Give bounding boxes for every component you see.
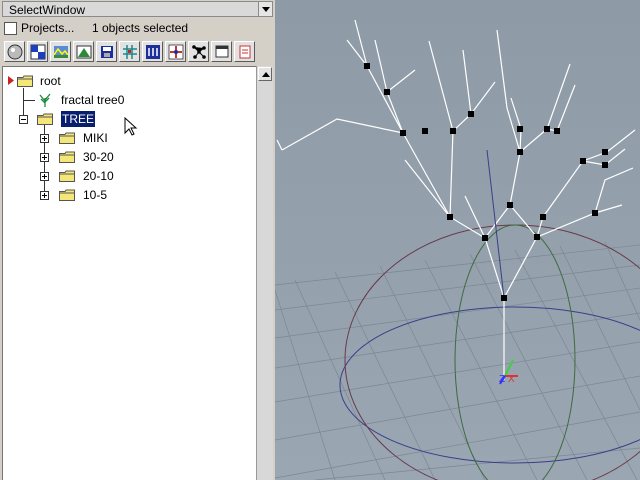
copy-button[interactable] [234, 41, 255, 62]
window-title-bar[interactable]: SelectWindow [2, 1, 273, 17]
landscape-button[interactable] [50, 41, 71, 62]
copy-icon [239, 45, 251, 59]
window-button[interactable] [211, 41, 232, 62]
tree-item-20-10[interactable]: 20-10 [3, 168, 253, 184]
filter-icon [146, 45, 160, 59]
projects-checkbox[interactable] [4, 22, 17, 35]
projects-label[interactable]: Projects... [21, 21, 74, 35]
expand-toggle[interactable] [40, 134, 49, 143]
mountain-button[interactable] [73, 41, 94, 62]
tree-item-root[interactable]: root [3, 73, 253, 89]
scroll-up-button[interactable] [258, 67, 272, 81]
tree-item-30-20[interactable]: 30-20 [3, 149, 253, 165]
toolbar [2, 40, 273, 64]
checker-button[interactable] [27, 41, 48, 62]
folder-icon [59, 151, 75, 163]
save-button[interactable] [96, 41, 117, 62]
svg-text:X: X [508, 374, 515, 385]
folder-icon [59, 189, 75, 201]
tree-item-fractal-tree[interactable]: fractal tree0 [3, 92, 253, 108]
grid-button[interactable] [119, 41, 140, 62]
folder-icon [17, 75, 33, 87]
arrow-up-icon [262, 72, 270, 77]
mountain-icon [76, 45, 92, 59]
tree-label-root: root [40, 74, 61, 88]
plant-icon [39, 93, 51, 107]
collapse-toggle[interactable] [19, 115, 28, 124]
expand-toggle[interactable] [40, 153, 49, 162]
window-title: SelectWindow [9, 3, 86, 17]
filter-button[interactable] [142, 41, 163, 62]
folder-icon [59, 132, 75, 144]
grid-icon [123, 45, 137, 59]
nodes-icon [192, 45, 206, 59]
tree-label-tree: TREE [61, 111, 96, 127]
title-dropdown-button[interactable] [258, 2, 272, 16]
sphere-icon [7, 44, 23, 60]
tree-label-child: 10-5 [83, 188, 108, 202]
tree-label-fractal-tree: fractal tree0 [61, 93, 125, 107]
chevron-down-icon [262, 7, 270, 12]
window-icon [215, 45, 229, 58]
viewport-scene: Z X [275, 0, 640, 480]
caret-right-icon [8, 76, 14, 85]
info-row: Projects... 1 objects selected [0, 19, 275, 37]
expand-toggle[interactable] [40, 172, 49, 181]
cross-icon [168, 44, 184, 60]
tree-label-child: 20-10 [83, 169, 114, 183]
landscape-icon [53, 46, 69, 58]
tree-label-child: 30-20 [83, 150, 114, 164]
sphere-button[interactable] [4, 41, 25, 62]
cross-button[interactable] [165, 41, 186, 62]
checker-icon [30, 44, 46, 60]
save-icon [101, 46, 113, 58]
svg-text:Z: Z [499, 374, 505, 385]
mouse-cursor-icon [124, 117, 138, 136]
folder-open-icon [37, 113, 53, 125]
tree-scrollbar[interactable] [256, 66, 273, 480]
3d-viewport[interactable]: Z X [275, 0, 640, 480]
select-window-panel: SelectWindow Projects... 1 objects selec… [0, 0, 275, 480]
selection-status: 1 objects selected [92, 21, 189, 35]
folder-icon [59, 170, 75, 182]
nodes-button[interactable] [188, 41, 209, 62]
tree-item-10-5[interactable]: 10-5 [3, 187, 253, 203]
expand-toggle[interactable] [40, 191, 49, 200]
tree-label-child: MIKI [83, 131, 108, 145]
